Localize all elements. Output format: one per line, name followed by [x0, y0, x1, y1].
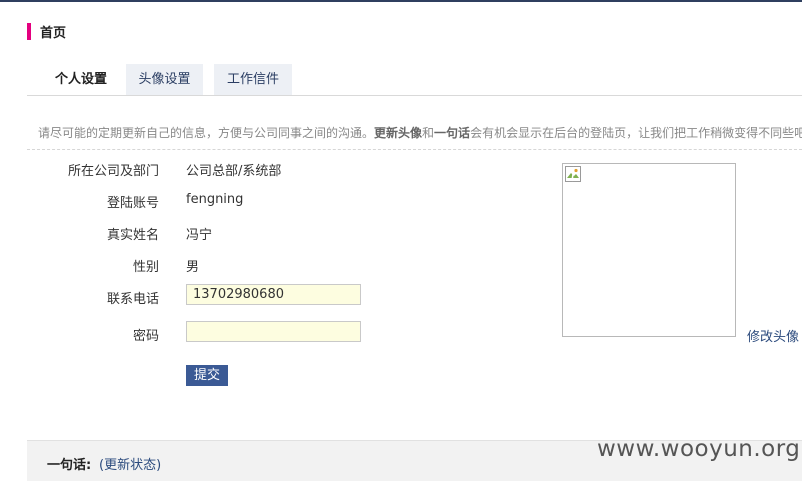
page-title-text: 首页	[40, 25, 67, 41]
company-label: 所在公司及部门	[67, 164, 159, 179]
tab-work-mail[interactable]: 工作信件	[214, 64, 292, 95]
password-label: 密码	[132, 329, 159, 344]
top-border	[0, 0, 802, 2]
real-name-label: 真实姓名	[106, 228, 159, 243]
tab-personal-settings[interactable]: 个人设置	[37, 64, 125, 95]
gender-label: 性别	[132, 260, 159, 275]
company-value: 公司总部/系统部	[186, 164, 282, 179]
phone-label: 联系电话	[106, 292, 159, 307]
tip-text: 请尽可能的定期更新自己的信息，方便与公司同事之间的沟通。	[38, 126, 375, 140]
gender-value: 男	[186, 260, 200, 275]
account-value: fengning	[186, 192, 244, 207]
title-accent-bar	[27, 22, 31, 40]
submit-button[interactable]: 提交	[186, 365, 228, 386]
status-label: 一句话:	[47, 458, 92, 473]
change-avatar-link[interactable]: 修改头像	[747, 326, 799, 345]
broken-image-icon	[565, 166, 581, 182]
info-tip: 请尽可能的定期更新自己的信息，方便与公司同事之间的沟通。更新头像和一句话会有机会…	[38, 124, 802, 141]
account-label: 登陆账号	[106, 196, 159, 211]
tab-avatar-settings[interactable]: 头像设置	[126, 64, 203, 95]
settings-tabs: 个人设置 头像设置 工作信件	[27, 64, 802, 96]
avatar-image-frame	[562, 163, 736, 337]
site-watermark: www.wooyun.org	[597, 436, 801, 462]
tip-highlight-avatar: 更新头像	[374, 126, 423, 140]
tip-text-suffix: 会有机会显示在后台的登陆页，让我们把工作稍微变得不同些吧	[470, 126, 802, 140]
tip-highlight-motto: 一句话	[434, 126, 471, 140]
tip-divider	[27, 149, 802, 150]
page-title: 首页	[27, 21, 66, 41]
password-input[interactable]	[186, 321, 361, 342]
phone-input[interactable]	[186, 284, 361, 305]
real-name-value: 冯宁	[186, 228, 213, 243]
tip-text-and: 和	[422, 126, 435, 140]
update-status-link[interactable]: (更新状态)	[99, 454, 161, 473]
